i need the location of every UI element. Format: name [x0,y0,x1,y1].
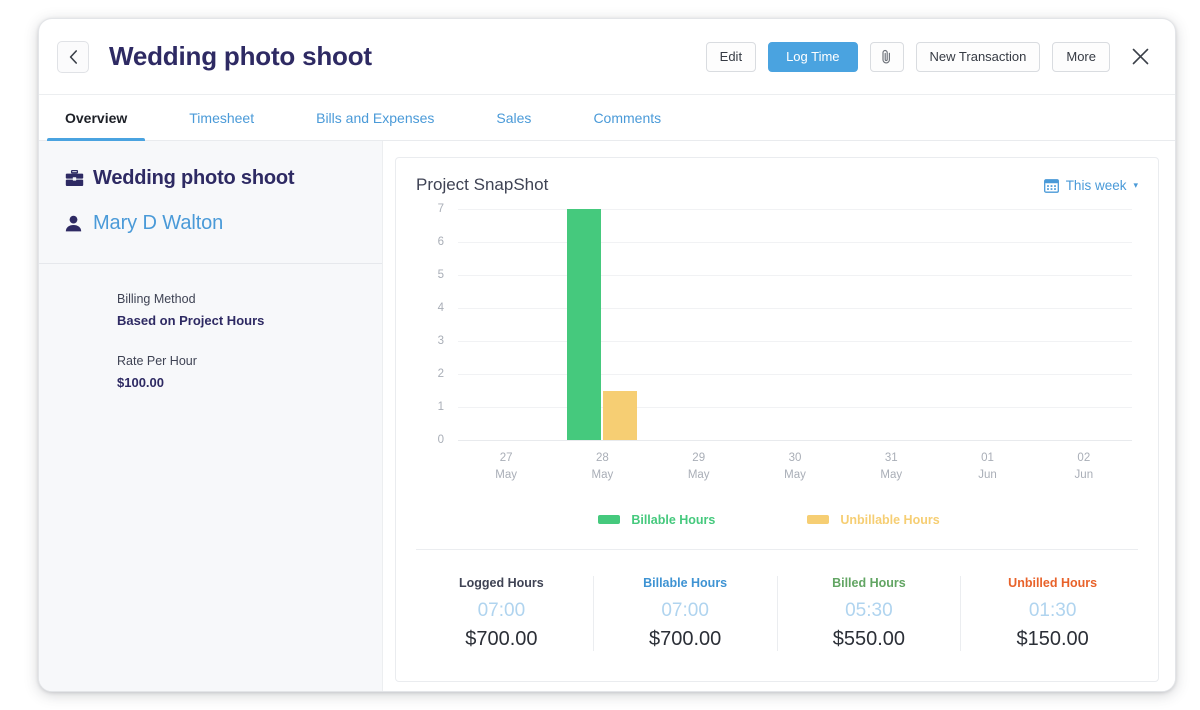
chart-plot-area: 01234567 [458,209,1132,441]
chart-bar-group [458,209,554,440]
stat-amount: $150.00 [961,628,1144,651]
billing-method-block: Billing Method Based on Project Hours [117,292,356,328]
legend-swatch-icon [807,515,829,524]
chart-bar[interactable] [603,391,637,441]
sidebar-person-row[interactable]: Mary D Walton [65,212,356,235]
sidebar-project-row: Wedding photo shoot [65,167,356,190]
briefcase-icon [65,170,93,187]
paperclip-icon [881,49,892,65]
window-header: Wedding photo shoot Edit Log Time New Tr… [39,19,1175,95]
chart-bar-group [939,209,1035,440]
stat-amount: $700.00 [410,628,593,651]
chart-bar-group [747,209,843,440]
rate-per-hour-value: $100.00 [117,375,356,390]
billing-method-label: Billing Method [117,292,356,306]
header-actions: Edit Log Time New Transaction More [706,42,1153,72]
sidebar-person-name[interactable]: Mary D Walton [93,212,223,235]
chart-bars [458,209,1132,440]
date-range-picker[interactable]: This week ▾ [1044,178,1138,193]
chart-x-tick: 01Jun [939,450,1035,485]
page-title: Wedding photo shoot [109,41,372,72]
chevron-left-icon [69,50,78,64]
back-button[interactable] [57,41,89,73]
close-icon [1132,48,1149,65]
chart-bar-group [554,209,650,440]
stat-time: 05:30 [778,600,961,622]
tab-sales[interactable]: Sales [488,95,539,140]
tab-bar: Overview Timesheet Bills and Expenses Sa… [39,95,1175,141]
tab-comments[interactable]: Comments [585,95,669,140]
date-range-label: This week [1066,178,1127,193]
log-time-button[interactable]: Log Time [768,42,857,72]
sidebar-project-name: Wedding photo shoot [93,167,294,190]
snapshot-chart: 01234567 27May28May29May30May31May01Jun0… [396,195,1158,549]
tab-timesheet[interactable]: Timesheet [181,95,262,140]
close-button[interactable] [1127,44,1153,70]
chart-y-tick: 0 [438,434,444,446]
tab-overview[interactable]: Overview [57,95,135,140]
chart-y-tick: 6 [438,236,444,248]
sidebar-meta: Billing Method Based on Project Hours Ra… [39,264,382,390]
stat-time: 01:30 [961,600,1144,622]
edit-button[interactable]: Edit [706,42,756,72]
attachment-button[interactable] [870,42,904,72]
panel-title: Project SnapShot [416,175,548,195]
chart-x-tick: 31May [843,450,939,485]
new-transaction-button[interactable]: New Transaction [916,42,1041,72]
legend-swatch-icon [598,515,620,524]
user-icon [65,215,93,232]
sidebar-summary: Wedding photo shoot Mary D Walton [39,141,382,263]
chart-x-tick: 28May [554,450,650,485]
chart-y-tick: 3 [438,335,444,347]
chart-legend-item[interactable]: Billable Hours [598,513,715,527]
chart-x-tick: 27May [458,450,554,485]
chart-bar-group [651,209,747,440]
stat-label: Unbilled Hours [961,576,1144,590]
rate-per-hour-label: Rate Per Hour [117,354,356,368]
chart-bar-group [843,209,939,440]
calendar-icon [1044,178,1059,193]
chart-legend: Billable Hours Unbillable Hours [406,513,1132,549]
more-button[interactable]: More [1052,42,1110,72]
chart-x-tick: 02Jun [1036,450,1132,485]
stat-time: 07:00 [410,600,593,622]
panel-header: Project SnapShot This week [396,158,1158,195]
stat-amount: $550.00 [778,628,961,651]
chart-x-tick: 29May [651,450,747,485]
chart-y-tick: 7 [438,203,444,215]
stat-label: Logged Hours [410,576,593,590]
window-body: Wedding photo shoot Mary D Walton Billin… [39,141,1175,692]
chart-x-tick: 30May [747,450,843,485]
chart-bar[interactable] [567,209,601,440]
stat-amount: $700.00 [594,628,777,651]
chart-y-tick: 2 [438,368,444,380]
project-detail-window: Wedding photo shoot Edit Log Time New Tr… [38,18,1176,692]
legend-label: Unbillable Hours [840,513,939,527]
chart-bar-group [1036,209,1132,440]
stat-card: Billable Hours 07:00 $700.00 [594,576,778,651]
chart-y-tick: 1 [438,401,444,413]
stat-card: Logged Hours 07:00 $700.00 [410,576,594,651]
stat-label: Billed Hours [778,576,961,590]
chart-legend-item[interactable]: Unbillable Hours [807,513,939,527]
project-sidebar: Wedding photo shoot Mary D Walton Billin… [39,141,383,692]
chart-x-axis: 27May28May29May30May31May01Jun02Jun [458,450,1132,485]
stat-time: 07:00 [594,600,777,622]
tab-bills-and-expenses[interactable]: Bills and Expenses [308,95,442,140]
billing-method-value: Based on Project Hours [117,313,356,328]
stats-row: Logged Hours07:00$700.00Billable Hours07… [396,550,1158,681]
stat-card: Unbilled Hours 01:30 $150.00 [961,576,1144,651]
chart-y-tick: 4 [438,302,444,314]
chart-y-tick: 5 [438,269,444,281]
stat-label: Billable Hours [594,576,777,590]
main-content: Project SnapShot This week [383,141,1175,692]
chevron-down-icon: ▾ [1133,180,1138,191]
rate-per-hour-block: Rate Per Hour $100.00 [117,354,356,390]
project-snapshot-panel: Project SnapShot This week [395,157,1159,682]
legend-label: Billable Hours [631,513,715,527]
stat-card: Billed Hours 05:30 $550.00 [778,576,962,651]
